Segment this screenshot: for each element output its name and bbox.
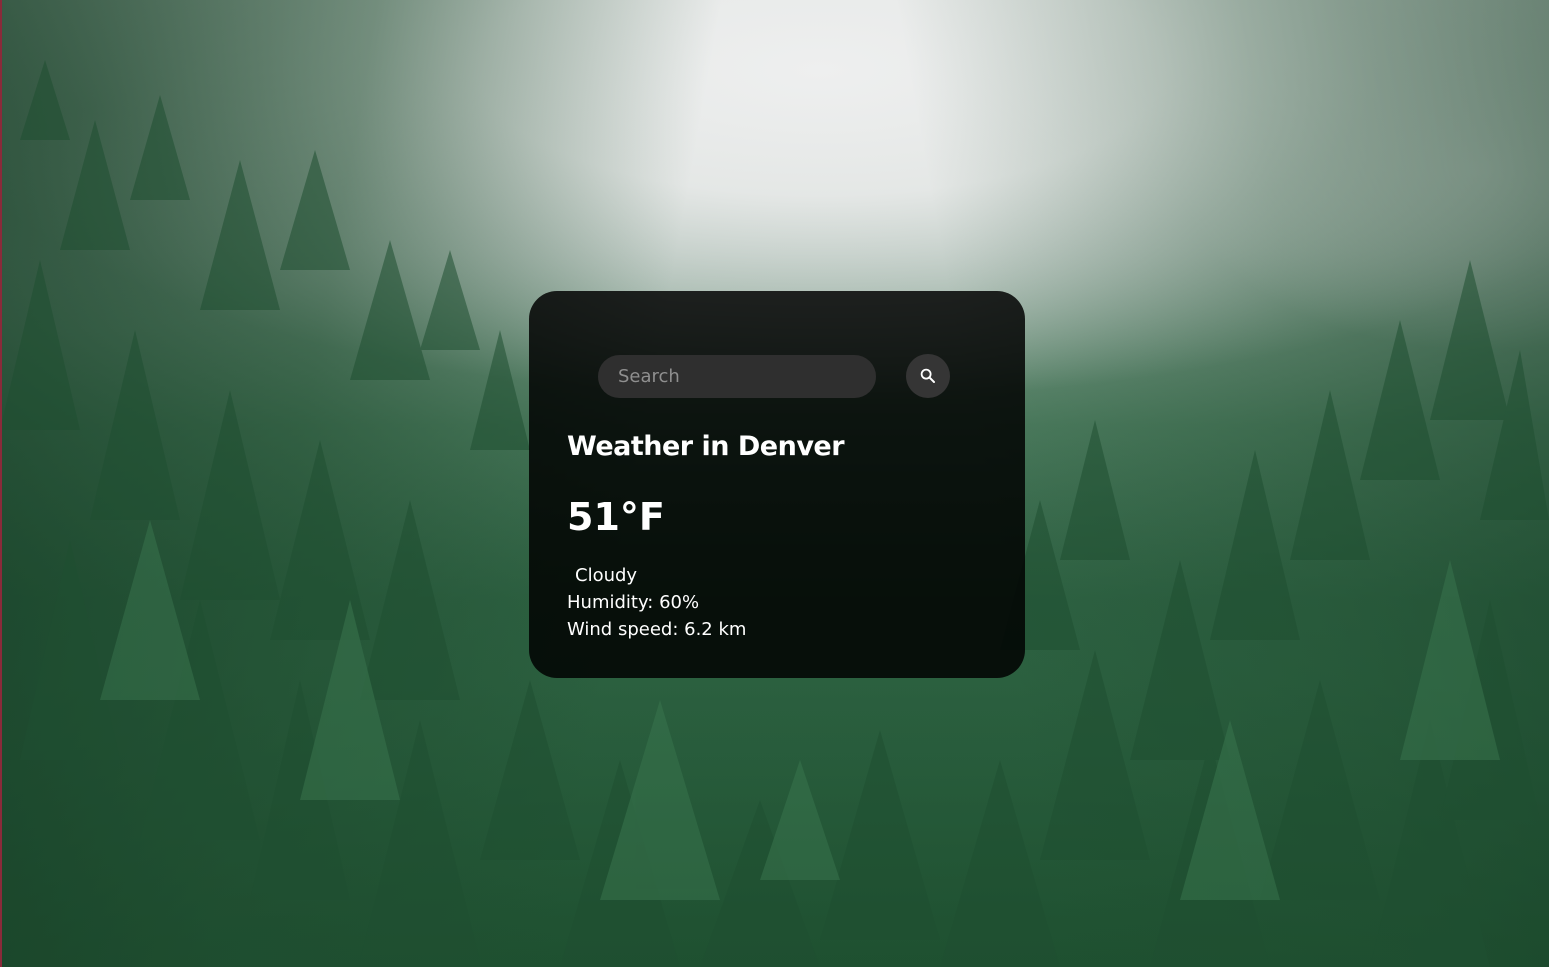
weather-condition-icon — [567, 566, 575, 586]
city-title: Weather in Denver — [567, 431, 845, 462]
humidity: Humidity: 60% — [567, 592, 700, 613]
wind-speed: Wind speed: 6.2 km — [567, 619, 747, 640]
weather-details: Cloudy Humidity: 60% Wind speed: 6.2 km — [567, 562, 746, 643]
search-bar — [598, 354, 950, 398]
weather-description: Cloudy — [575, 565, 638, 586]
search-input[interactable] — [598, 355, 876, 398]
left-edge-line — [0, 0, 2, 967]
weather-card: Weather in Denver 51°F Cloudy Humidity: … — [529, 291, 1025, 678]
search-button[interactable] — [906, 354, 950, 398]
weather-description-row: Cloudy — [567, 562, 746, 589]
search-icon — [920, 368, 935, 383]
temperature: 51°F — [567, 495, 665, 539]
